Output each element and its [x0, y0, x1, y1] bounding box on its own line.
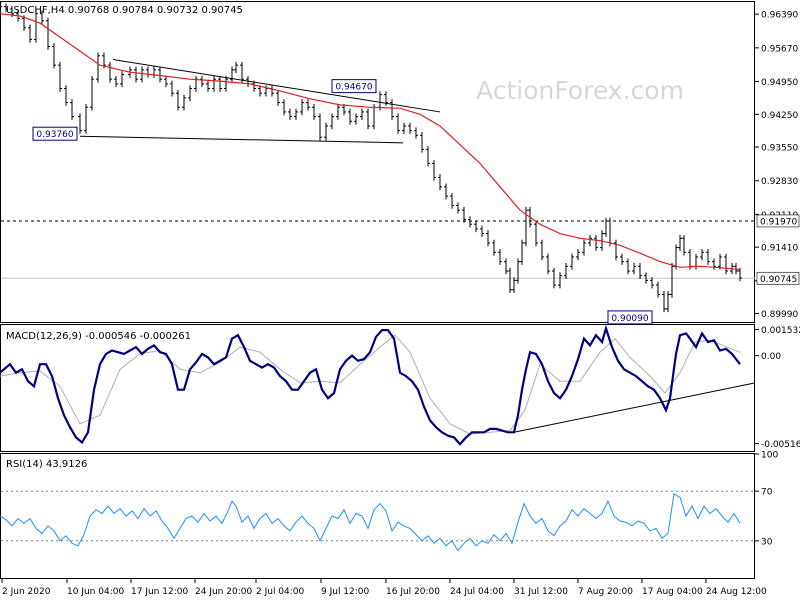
- forex-chart: ActionForex.com 0.93760 0.94670 0.90090 0.…: [0, 1, 800, 597]
- price-header: USDCHF,H4 0.90768 0.90784 0.90732 0.9074…: [6, 5, 243, 16]
- trendline: [112, 59, 441, 113]
- price-y-tick-label: 0.94950: [761, 78, 798, 88]
- x-tick-label: 17 Jun 12:00: [131, 587, 188, 597]
- x-tick-label: 24 Jun 20:00: [195, 587, 252, 597]
- trendline: [79, 135, 404, 144]
- price-y-tick-label: 0.89990: [761, 310, 798, 320]
- macd-line: [0, 324, 741, 446]
- x-tick-label: 24 Jul 04:00: [450, 587, 504, 597]
- price-y-tick-label: 0.91410: [761, 244, 798, 254]
- rsi-pane: [0, 453, 755, 579]
- macd-y-tick-label: 0.00: [761, 352, 781, 362]
- macd-trendline: [513, 382, 756, 433]
- x-tick-label: 2 Jun 2020: [2, 587, 51, 597]
- x-tick-label: 7 Aug 20:00: [578, 587, 633, 597]
- x-tick-label: 9 Jul 12:00: [321, 587, 370, 597]
- macd-header: MACD(12,26,9) -0.000546 -0.000261: [6, 331, 191, 342]
- rsi-y-tick-label: 100: [761, 451, 778, 461]
- x-tick-label: 24 Aug 12:00: [706, 587, 767, 597]
- rsi-y-tick-label: 70: [761, 488, 773, 498]
- rsi-y-tick-label: 30: [761, 537, 773, 547]
- macd-plot: [0, 324, 756, 446]
- rsi-plot: [0, 490, 755, 552]
- price-y-tick-label: 0.92830: [761, 177, 798, 187]
- price-label: 0.93760: [36, 130, 73, 140]
- price-y-tick-label: 0.93550: [761, 144, 798, 154]
- price-label: 0.94670: [335, 83, 372, 93]
- rsi-header: RSI(14) 43.9126: [6, 459, 87, 470]
- price-y-tick-label: 0.95670: [761, 44, 798, 54]
- macd-pane: [0, 324, 755, 452]
- price-axis-marker-label: 0.90745: [760, 275, 797, 285]
- price-y-tick-label: 0.96390: [761, 11, 798, 21]
- price-axis-marker-label: 0.91970: [760, 217, 797, 227]
- x-tick-label: 31 Jul 12:00: [514, 587, 568, 597]
- rsi-line: [0, 492, 741, 552]
- x-tick-label: 10 Jun 04:00: [67, 587, 124, 597]
- x-tick-label: 2 Jul 04:00: [256, 587, 305, 597]
- price-pane: [0, 1, 755, 323]
- macd-y-tick-label: 0.001532: [761, 326, 800, 336]
- price-plot: 0.93760 0.94670 0.90090: [0, 3, 755, 325]
- price-y-tick-label: 0.94250: [761, 111, 798, 121]
- price-label: 0.90090: [611, 314, 648, 324]
- macd-y-tick-label: -0.005164: [761, 440, 800, 450]
- x-tick-label: 16 Jul 20:00: [386, 587, 440, 597]
- watermark: ActionForex.com: [476, 76, 684, 105]
- x-tick-label: 17 Aug 04:00: [642, 587, 703, 597]
